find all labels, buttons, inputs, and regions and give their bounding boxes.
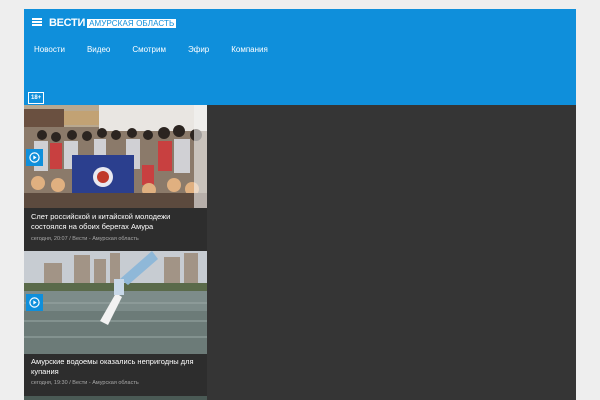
news-title[interactable]: Слет российской и китайской молодежи сос…: [31, 212, 203, 232]
news-card[interactable]: Слет российской и китайской молодежи сос…: [24, 105, 207, 251]
age-rating-badge: 18+: [28, 92, 45, 104]
news-time: сегодня, 19:30: [31, 380, 68, 386]
news-photo-water-sampling: [24, 251, 207, 354]
news-source[interactable]: Вести - Амурская область: [72, 380, 138, 386]
site-logo[interactable]: ВЕСТИ АМУРСКАЯ ОБЛАСТЬ: [49, 17, 177, 29]
news-meta: сегодня, 20:07 / Вести - Амурская област…: [31, 236, 139, 242]
nav-item-company[interactable]: Компания: [231, 45, 268, 55]
logo-wordmark: ВЕСТИ: [49, 17, 86, 29]
play-video-icon[interactable]: [26, 294, 43, 311]
site-header: ВЕСТИ АМУРСКАЯ ОБЛАСТЬ Новости Видео Смо…: [24, 9, 576, 105]
news-title[interactable]: Амурские водоемы оказались непригодны дл…: [31, 357, 203, 377]
play-video-icon[interactable]: [26, 149, 43, 166]
news-thumbnail[interactable]: [24, 105, 207, 208]
nav-item-video[interactable]: Видео: [87, 45, 110, 55]
nav-item-live[interactable]: Эфир: [188, 45, 209, 55]
news-source[interactable]: Вести - Амурская область: [72, 236, 138, 242]
news-photo-youth-rally: [24, 105, 207, 208]
news-card-partial[interactable]: [24, 396, 207, 400]
news-time: сегодня, 20:07: [31, 236, 68, 242]
hamburger-menu-icon[interactable]: [32, 18, 42, 26]
news-thumbnail[interactable]: [24, 251, 207, 354]
nav-item-news[interactable]: Новости: [34, 45, 65, 55]
news-meta: сегодня, 19:30 / Вести - Амурская област…: [31, 380, 139, 386]
nav-item-watch[interactable]: Смотрим: [132, 45, 166, 55]
page-container: ВЕСТИ АМУРСКАЯ ОБЛАСТЬ Новости Видео Смо…: [24, 9, 576, 400]
main-nav: Новости Видео Смотрим Эфир Компания: [34, 45, 290, 55]
logo-region-label: АМУРСКАЯ ОБЛАСТЬ: [87, 18, 177, 28]
news-card[interactable]: Амурские водоемы оказались непригодны дл…: [24, 251, 207, 396]
